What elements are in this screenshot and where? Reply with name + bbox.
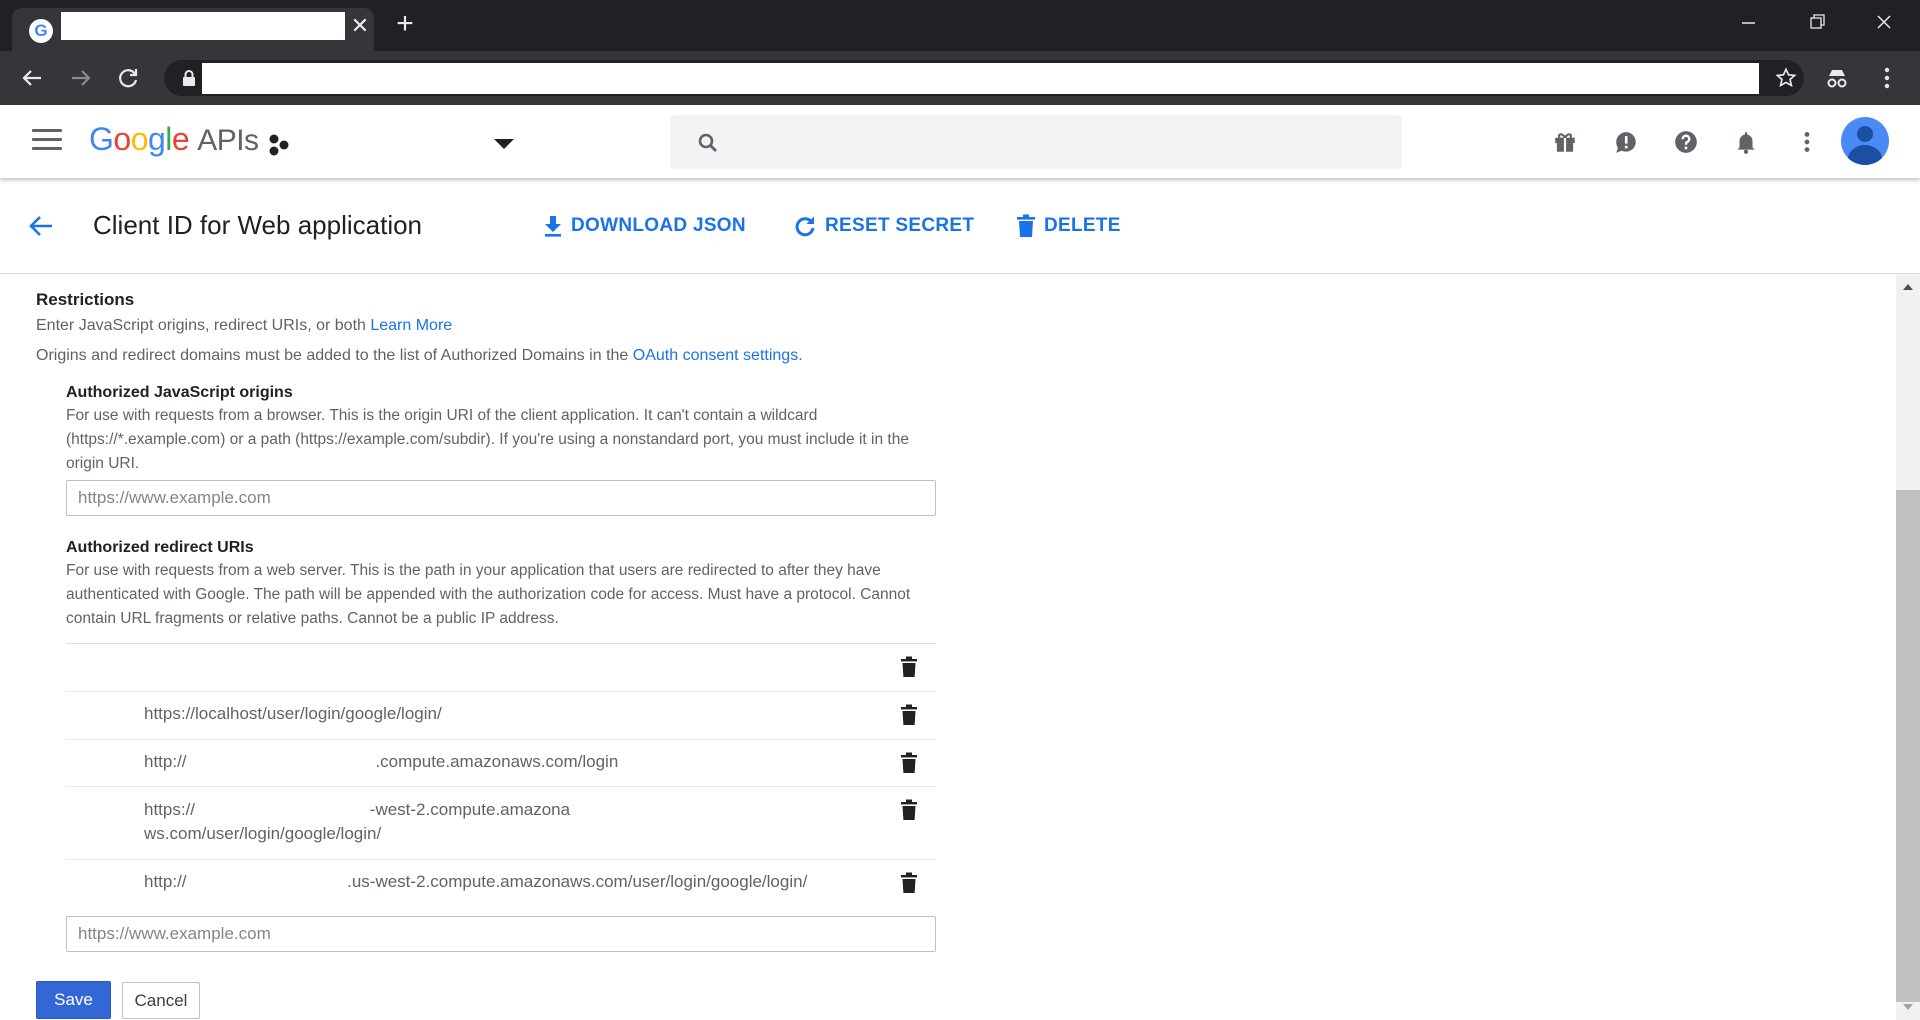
list-item[interactable] [66,644,936,692]
hamburger-menu-icon[interactable] [32,129,62,153]
arrow-right-icon [72,70,91,86]
domains-suffix: . [798,347,803,364]
lock-icon [183,70,195,86]
project-dropdown-icon[interactable] [494,139,514,149]
learn-more-link[interactable]: Learn More [370,317,452,334]
help-icon[interactable] [1673,129,1699,155]
delete-uri-trash-icon[interactable] [900,752,918,774]
arrow-left-icon [22,70,41,86]
main-content: Restrictions Enter JavaScript origins, r… [0,274,1896,1020]
url-field[interactable] [202,63,1759,94]
list-item[interactable]: http:// .us-west-2.compute.amazonaws.com… [66,860,936,908]
back-arrow-icon[interactable] [26,211,56,241]
feedback-icon[interactable] [1613,129,1639,155]
scroll-up-arrow-icon[interactable] [1903,284,1913,290]
js-origins-description: For use with requests from a browser. Th… [66,407,909,472]
delete-label: DELETE [1044,215,1121,236]
restrictions-intro: Enter JavaScript origins, redirect URIs,… [36,317,452,335]
js-origin-input[interactable] [66,480,936,516]
save-button[interactable]: Save [36,981,111,1019]
scroll-down-arrow-icon[interactable] [1903,1004,1913,1010]
console-header: Google APIs [0,105,1920,178]
search-icon [698,133,717,152]
delete-uri-trash-icon[interactable] [900,872,918,894]
new-tab-button[interactable]: + [389,9,421,41]
domains-text: Origins and redirect domains must be add… [36,347,633,364]
browser-tab[interactable]: G ✕ [12,8,374,51]
more-vert-icon[interactable] [1794,129,1820,155]
browser-tab-strip: G ✕ + [0,0,1920,51]
page-title-bar: Client ID for Web application DOWNLOAD J… [0,178,1920,274]
window-minimize-button[interactable] [1728,6,1768,38]
redirect-uri-input[interactable] [66,916,936,952]
gift-icon[interactable] [1552,129,1578,155]
search-input[interactable] [734,125,1374,159]
redirect-uri-text[interactable]: http:// .compute.amazonaws.com/login [144,750,864,774]
download-json-label: DOWNLOAD JSON [571,215,746,236]
oauth-consent-link[interactable]: OAuth consent settings [633,347,798,364]
redirect-uri-text[interactable]: http:// .us-west-2.compute.amazonaws.com… [144,870,864,894]
minimize-icon [1742,22,1755,24]
bookmark-star-icon[interactable] [1775,67,1797,89]
restore-icon [1810,14,1825,29]
reset-secret-label: RESET SECRET [825,215,975,236]
trash-icon [1017,214,1035,237]
download-json-button[interactable]: DOWNLOAD JSON [543,210,746,242]
redirect-uri-text[interactable]: https://localhost/user/login/google/logi… [144,702,864,726]
scroll-thumb[interactable] [1896,490,1920,1002]
cancel-button[interactable]: Cancel [122,982,200,1019]
restrictions-title: Restrictions [36,290,135,309]
incognito-glyph [1827,70,1847,88]
account-avatar[interactable] [1841,117,1889,165]
close-icon [1877,15,1891,29]
list-item[interactable]: https://localhost/user/login/google/logi… [66,692,936,740]
project-icon [269,134,289,156]
delete-button[interactable]: DELETE [1016,210,1121,242]
console-search-bar[interactable] [670,115,1402,169]
reload-icon [119,69,138,88]
reset-secret-button[interactable]: RESET SECRET [793,210,974,242]
redirect-uris-title: Authorized redirect URIs [66,539,254,556]
tab-close-icon[interactable]: ✕ [348,12,372,40]
address-bar[interactable] [164,60,1804,96]
google-favicon-icon: G [29,19,53,43]
download-icon [545,216,561,237]
page-scrollbar[interactable] [1896,274,1920,1020]
refresh-icon [795,216,815,237]
browser-toolbar [0,51,1920,105]
notifications-icon[interactable] [1733,129,1759,155]
redirect-uris-description: For use with requests from a web server.… [66,562,911,627]
incognito-icon[interactable] [1822,63,1852,93]
list-item[interactable]: http:// .compute.amazonaws.com/login [66,740,936,787]
browser-back-button[interactable] [17,63,47,93]
redirect-uri-text[interactable]: https:// -west-2.compute.amazonaws.com/u… [144,798,574,846]
window-close-button[interactable] [1864,6,1904,38]
chrome-menu-button[interactable] [1872,63,1902,93]
window-restore-button[interactable] [1797,6,1837,38]
intro-text: Enter JavaScript origins, redirect URIs,… [36,317,371,334]
delete-uri-trash-icon[interactable] [900,799,918,821]
more-vert-icon [1884,67,1890,89]
google-apis-logo[interactable]: Google APIs [89,121,259,158]
browser-reload-button[interactable] [113,63,143,93]
delete-uri-trash-icon[interactable] [900,656,918,678]
list-item[interactable]: https:// -west-2.compute.amazonaws.com/u… [66,787,936,860]
js-origins-title: Authorized JavaScript origins [66,384,293,401]
restrictions-domains-note: Origins and redirect domains must be add… [36,347,803,365]
favicon-letter: G [34,21,48,40]
tab-title [61,12,345,40]
page-title: Client ID for Web application [93,210,423,240]
delete-uri-trash-icon[interactable] [900,704,918,726]
redirect-uri-list: https://localhost/user/login/google/logi… [66,643,936,908]
browser-forward-button[interactable] [66,63,96,93]
